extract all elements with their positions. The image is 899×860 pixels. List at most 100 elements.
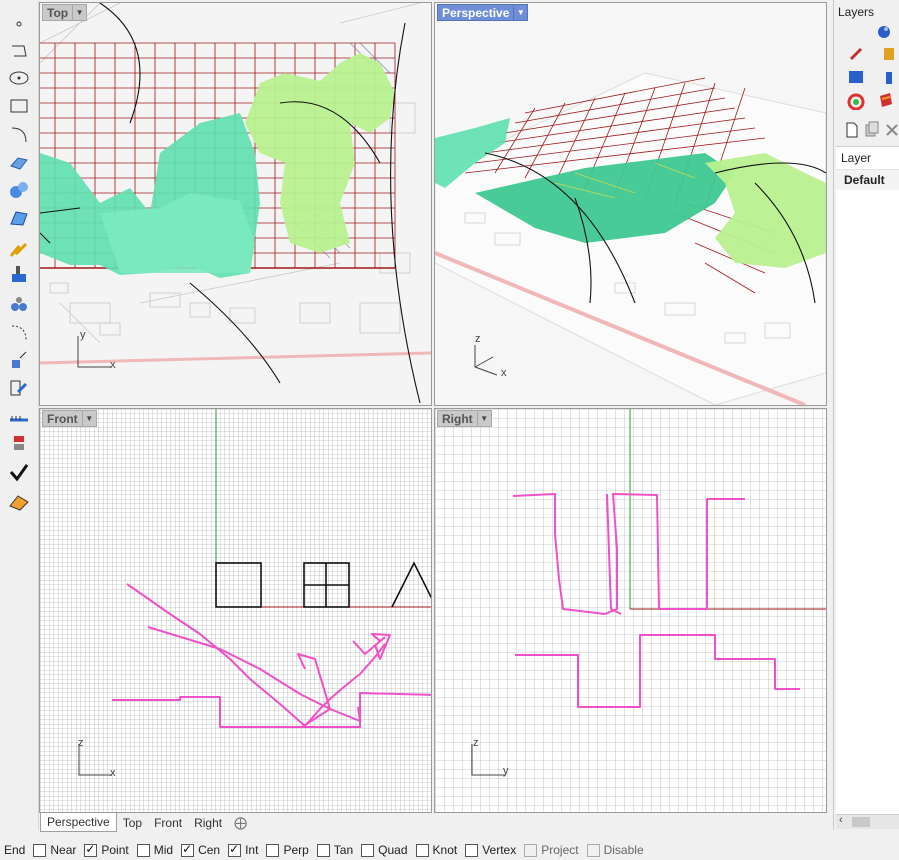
axis-label-y: y bbox=[503, 765, 509, 777]
ruler-tool-icon[interactable] bbox=[6, 404, 32, 428]
dimension-tool-icon[interactable] bbox=[6, 376, 32, 400]
front-viewport[interactable]: Front ▼ z x bbox=[39, 408, 432, 813]
axis-label-x: x bbox=[110, 767, 116, 779]
render-tool-icon[interactable] bbox=[6, 488, 32, 512]
new-layer-icon[interactable] bbox=[842, 120, 862, 138]
checkbox[interactable] bbox=[181, 842, 195, 857]
mesh-tool-icon[interactable] bbox=[6, 206, 32, 230]
checkbox[interactable] bbox=[465, 843, 479, 857]
axis-label-x: x bbox=[501, 367, 507, 379]
osnap-label: End bbox=[4, 843, 26, 857]
scale-tool-icon[interactable] bbox=[6, 348, 32, 372]
tab-top[interactable]: Top bbox=[117, 814, 148, 832]
chevron-down-icon[interactable]: ▼ bbox=[81, 411, 96, 426]
light-icon[interactable] bbox=[880, 68, 899, 86]
osnap-quad[interactable]: Quad bbox=[361, 843, 408, 857]
color-wheel-icon[interactable] bbox=[846, 92, 866, 110]
scrollbar-thumb[interactable] bbox=[852, 817, 870, 827]
osnap-label: Knot bbox=[432, 843, 458, 857]
check-tool-icon[interactable] bbox=[6, 460, 32, 484]
osnap-label: Disable bbox=[603, 843, 644, 857]
checkbox[interactable] bbox=[361, 843, 375, 857]
point-tool-icon[interactable] bbox=[6, 12, 32, 36]
front-viewport-label[interactable]: Front ▼ bbox=[42, 410, 97, 427]
osnap-near[interactable]: Near bbox=[33, 843, 76, 857]
perspective-viewport-label[interactable]: Perspective ▼ bbox=[437, 4, 529, 21]
tab-perspective[interactable]: Perspective bbox=[40, 813, 117, 832]
layer-row-default[interactable]: Default bbox=[836, 170, 899, 190]
osnap-label: Perp bbox=[283, 843, 309, 857]
command-toolbar bbox=[0, 0, 39, 830]
osnap-label: Tan bbox=[333, 843, 354, 857]
properties-icon[interactable] bbox=[874, 22, 894, 40]
chevron-left-icon[interactable]: ‹ bbox=[839, 814, 843, 826]
copy-layer-icon[interactable] bbox=[862, 120, 882, 138]
osnap-tan[interactable]: Tan bbox=[316, 843, 354, 857]
fillet-tool-icon[interactable] bbox=[6, 320, 32, 344]
perspective-viewport[interactable]: Perspective ▼ z x bbox=[434, 2, 827, 406]
circle-tool-icon[interactable] bbox=[6, 66, 32, 90]
checkbox[interactable] bbox=[586, 843, 600, 857]
osnap-label: Point bbox=[101, 843, 129, 857]
tab-front[interactable]: Front bbox=[148, 814, 188, 832]
solid-tool-icon[interactable] bbox=[6, 178, 32, 202]
panel-title: Layers bbox=[838, 5, 875, 19]
osnap-label: Near bbox=[50, 843, 77, 857]
layer-column-header: Layer bbox=[836, 147, 899, 170]
display-icon[interactable] bbox=[846, 68, 866, 86]
checkbox[interactable] bbox=[136, 843, 150, 857]
checkbox[interactable] bbox=[266, 843, 280, 857]
checkbox[interactable] bbox=[524, 843, 538, 857]
osnap-mid[interactable]: Mid bbox=[136, 843, 174, 857]
osnap-end[interactable]: End bbox=[4, 843, 25, 857]
chevron-down-icon[interactable]: ▼ bbox=[513, 5, 527, 20]
osnap-disable[interactable]: Disable bbox=[586, 843, 644, 857]
checkbox[interactable] bbox=[316, 843, 330, 857]
polyline-tool-icon[interactable] bbox=[6, 38, 32, 62]
checkbox[interactable] bbox=[33, 843, 47, 857]
osnap-knot[interactable]: Knot bbox=[415, 843, 458, 857]
rectangle-tool-icon[interactable] bbox=[6, 94, 32, 118]
chevron-down-icon[interactable]: ▼ bbox=[72, 5, 86, 20]
material-icon[interactable] bbox=[880, 44, 899, 62]
layers-tab-icon[interactable] bbox=[876, 90, 896, 108]
osnap-bar: End Near Point Mid Cen Int Perp Tan Quad Knot Vert… bbox=[0, 840, 899, 860]
front-viewport-title: Front bbox=[47, 411, 78, 426]
top-viewport-label[interactable]: Top ▼ bbox=[42, 4, 88, 21]
checkbox[interactable] bbox=[228, 842, 242, 857]
array-tool-icon[interactable] bbox=[6, 292, 32, 316]
tab-right[interactable]: Right bbox=[188, 814, 228, 832]
osnap-cen[interactable]: Cen bbox=[181, 842, 221, 857]
viewport-tabs: Perspective Top Front Right ⨁ bbox=[40, 813, 253, 832]
transform-tool-icon[interactable] bbox=[6, 262, 32, 286]
right-viewport-title: Right bbox=[442, 411, 473, 426]
osnap-project[interactable]: Project bbox=[524, 843, 579, 857]
arc-tool-icon[interactable] bbox=[6, 122, 32, 146]
osnap-point[interactable]: Point bbox=[84, 842, 129, 857]
right-viewport-label[interactable]: Right ▼ bbox=[437, 410, 492, 427]
osnap-vertex[interactable]: Vertex bbox=[465, 843, 516, 857]
osnap-label: Quad bbox=[378, 843, 408, 857]
explode-tool-icon[interactable] bbox=[6, 236, 32, 260]
axis-label-z: z bbox=[78, 737, 84, 749]
checkbox[interactable] bbox=[415, 843, 429, 857]
axis-label-z: z bbox=[475, 333, 481, 345]
pen-icon[interactable] bbox=[846, 44, 866, 62]
chevron-down-icon[interactable]: ▼ bbox=[476, 411, 491, 426]
top-viewport[interactable]: Top ▼ y x bbox=[39, 2, 432, 406]
top-viewport-title: Top bbox=[47, 5, 69, 20]
panel-scrollbar[interactable]: ‹ bbox=[836, 814, 899, 829]
osnap-int[interactable]: Int bbox=[228, 842, 258, 857]
layers-panel: Layers Layer Default ‹ bbox=[833, 0, 899, 830]
osnap-label: Cen bbox=[198, 843, 221, 857]
osnap-perp[interactable]: Perp bbox=[266, 843, 309, 857]
surface-tool-icon[interactable] bbox=[6, 150, 32, 174]
osnap-label: Mid bbox=[153, 843, 174, 857]
plus-icon[interactable]: ⨁ bbox=[228, 814, 253, 832]
axis-label-x: x bbox=[110, 359, 116, 371]
delete-layer-icon[interactable] bbox=[882, 120, 899, 138]
layer-tool-icon[interactable] bbox=[6, 432, 32, 456]
right-viewport[interactable]: Right ▼ z y bbox=[434, 408, 827, 813]
checkbox[interactable] bbox=[84, 842, 98, 857]
osnap-label: Vertex bbox=[482, 843, 517, 857]
